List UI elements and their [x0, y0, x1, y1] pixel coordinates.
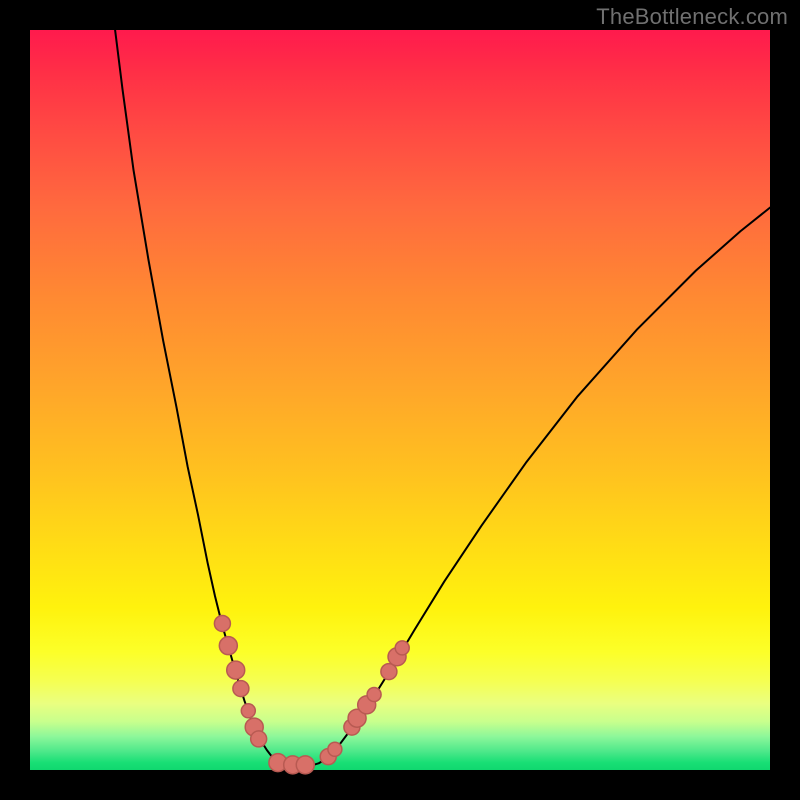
data-marker: [328, 742, 342, 756]
data-marker: [395, 641, 409, 655]
data-marker: [296, 756, 314, 774]
data-marker: [227, 661, 245, 679]
chart-svg: [30, 30, 770, 770]
data-marker: [214, 615, 230, 631]
data-marker: [233, 681, 249, 697]
marker-group: [214, 615, 409, 773]
curve-left-branch: [115, 30, 274, 760]
data-marker: [251, 731, 267, 747]
watermark-text: TheBottleneck.com: [596, 4, 788, 30]
chart-container: TheBottleneck.com: [0, 0, 800, 800]
data-marker: [241, 704, 255, 718]
data-marker: [367, 688, 381, 702]
plot-area: [30, 30, 770, 770]
data-marker: [219, 637, 237, 655]
